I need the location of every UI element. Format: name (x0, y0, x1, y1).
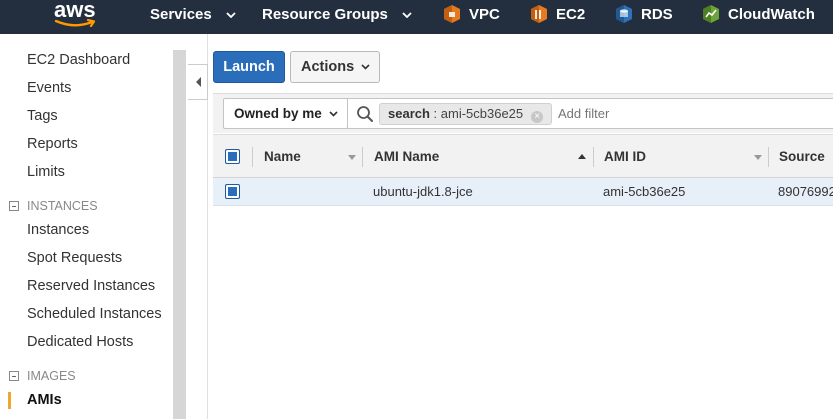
sidebar-item-limits[interactable]: Limits (27, 164, 65, 180)
pinned-vpc[interactable]: VPC (443, 0, 500, 34)
pinned-rds[interactable]: RDS (615, 0, 673, 34)
pinned-vpc-label: VPC (469, 6, 500, 23)
row-checkbox[interactable] (225, 184, 240, 199)
aws-logo[interactable]: aws (54, 0, 100, 30)
services-menu[interactable]: Services (150, 0, 236, 34)
main-content: Launch Actions Owned by me search : ami-… (208, 34, 833, 419)
collapse-section-icon (9, 201, 19, 211)
column-header-ami-id[interactable]: AMI ID (604, 135, 646, 178)
remove-filter-icon[interactable]: × (531, 111, 544, 123)
section-images-label: IMAGES (27, 369, 76, 383)
table-header: Name AMI Name AMI ID Source (213, 134, 833, 178)
chevron-down-icon (226, 12, 236, 19)
launch-button[interactable]: Launch (213, 51, 285, 83)
search-icon (357, 106, 373, 122)
resource-groups-menu[interactable]: Resource Groups (262, 0, 412, 34)
cell-ami-name: ubuntu-jdk1.8-jce (373, 184, 473, 199)
filter-bar: Owned by me search : ami-5cb36e25 × (213, 93, 833, 133)
column-header-source[interactable]: Source (779, 135, 825, 178)
owned-by-select[interactable]: Owned by me (223, 98, 348, 129)
column-header-ami-name[interactable]: AMI Name (374, 135, 439, 178)
ec2-icon (531, 4, 547, 23)
section-instances-label: INSTANCES (27, 199, 98, 213)
sort-ascending-icon[interactable] (578, 154, 586, 159)
select-all-checkbox[interactable] (225, 149, 240, 164)
resource-groups-label: Resource Groups (262, 6, 388, 23)
sort-icon[interactable] (348, 155, 356, 160)
pinned-cloudwatch[interactable]: CloudWatch (702, 0, 815, 34)
table-row[interactable]: ubuntu-jdk1.8-jce ami-5cb36e25 89076992 (213, 178, 833, 206)
sidebar: EC2 Dashboard Events Tags Reports Limits… (0, 34, 186, 419)
add-filter-input[interactable] (558, 106, 758, 121)
pinned-ec2-label: EC2 (556, 6, 586, 23)
column-separator (362, 147, 363, 167)
chevron-left-icon (196, 77, 201, 87)
sidebar-item-events[interactable]: Events (27, 80, 71, 96)
sidebar-item-scheduled-instances[interactable]: Scheduled Instances (27, 306, 162, 322)
column-separator (252, 147, 253, 167)
vpc-icon (444, 4, 460, 23)
search-filter-box[interactable]: search : ami-5cb36e25 × (347, 98, 833, 129)
cell-source: 89076992 (778, 184, 833, 199)
chevron-down-icon (329, 111, 338, 117)
actions-dropdown[interactable]: Actions (290, 51, 380, 83)
chevron-down-icon (361, 64, 370, 70)
column-separator (593, 147, 594, 167)
collapse-section-icon (9, 371, 19, 381)
column-header-name[interactable]: Name (264, 135, 301, 178)
rds-icon (616, 4, 632, 23)
sidebar-scrollbar[interactable] (173, 50, 186, 419)
actions-label: Actions (301, 59, 355, 75)
sort-icon[interactable] (754, 155, 762, 160)
filter-token-value: : ami-5cb36e25 (429, 106, 524, 121)
services-label: Services (150, 6, 212, 23)
owned-by-value: Owned by me (234, 106, 322, 121)
aws-smile-icon (54, 19, 96, 28)
pinned-cloudwatch-label: CloudWatch (728, 6, 815, 23)
sidebar-item-ec2-dashboard[interactable]: EC2 Dashboard (27, 52, 130, 68)
sidebar-item-dedicated-hosts[interactable]: Dedicated Hosts (27, 334, 133, 350)
top-navigation-bar: aws Services Resource Groups VPC EC2 RDS… (0, 0, 833, 34)
pinned-rds-label: RDS (641, 6, 673, 23)
collapse-sidebar-button[interactable] (188, 64, 208, 100)
column-separator (768, 147, 769, 167)
sidebar-item-reports[interactable]: Reports (27, 136, 78, 152)
filter-token[interactable]: search : ami-5cb36e25 × (379, 103, 553, 125)
sidebar-item-instances[interactable]: Instances (27, 222, 89, 238)
sidebar-item-amis[interactable]: AMIs (27, 392, 62, 408)
sidebar-item-spot-requests[interactable]: Spot Requests (27, 250, 122, 266)
cloudwatch-icon (703, 4, 719, 23)
sidebar-item-reserved-instances[interactable]: Reserved Instances (27, 278, 155, 294)
sidebar-section-instances[interactable]: INSTANCES (9, 199, 98, 213)
sidebar-item-tags[interactable]: Tags (27, 108, 58, 124)
pinned-ec2[interactable]: EC2 (530, 0, 585, 34)
active-item-indicator (8, 392, 11, 409)
cell-ami-id: ami-5cb36e25 (603, 184, 686, 199)
chevron-down-icon (402, 12, 412, 19)
sidebar-section-images[interactable]: IMAGES (9, 369, 76, 383)
filter-token-key: search (388, 106, 430, 121)
